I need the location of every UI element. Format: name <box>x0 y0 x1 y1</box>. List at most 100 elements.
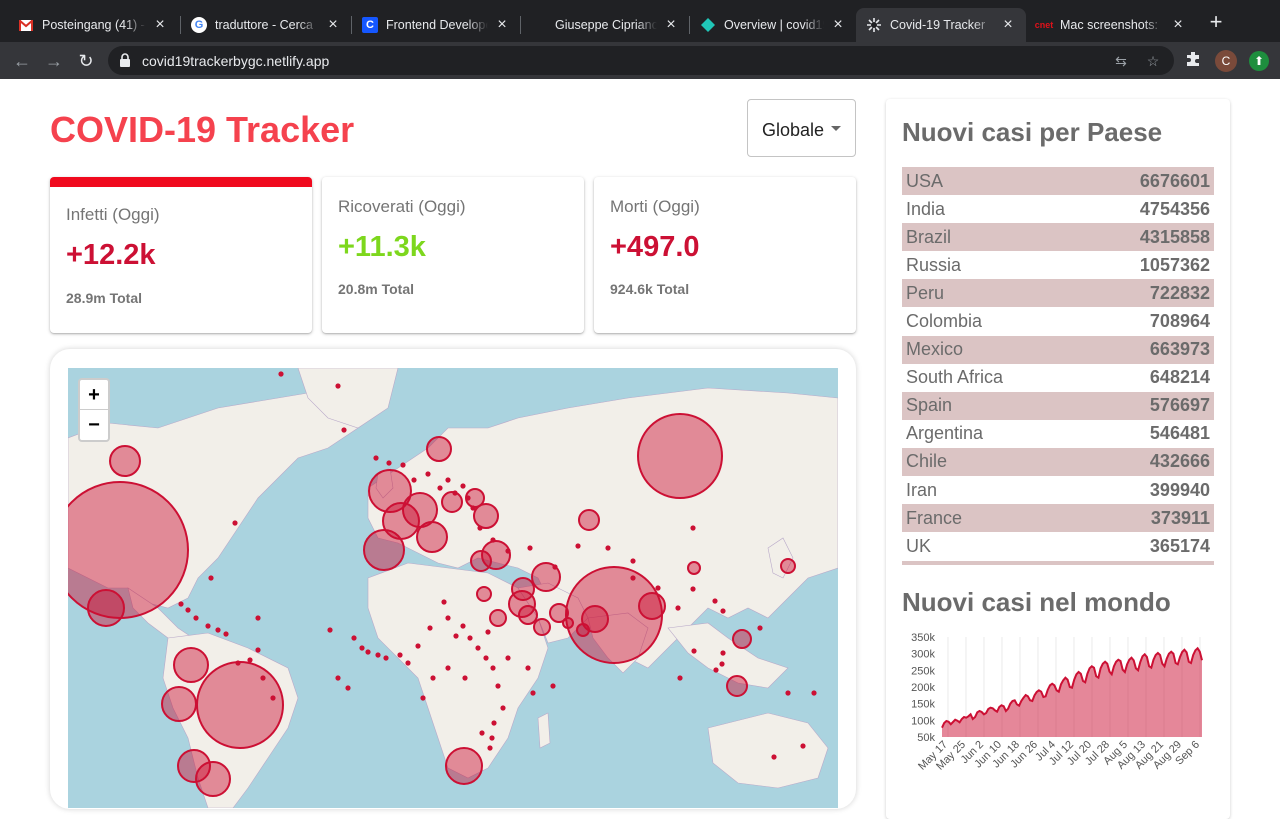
case-dot <box>415 643 421 649</box>
close-icon[interactable]: × <box>1170 16 1186 34</box>
case-dot <box>475 645 481 651</box>
browser-tab-netlify[interactable]: Overview | covid19 × <box>690 8 856 42</box>
address-bar[interactable]: covid19trackerbygc.netlify.app ⇆ ☆ <box>108 46 1174 75</box>
translate-icon[interactable]: ⇆ <box>1112 52 1130 70</box>
case-bubble <box>173 647 209 683</box>
close-icon[interactable]: × <box>1000 16 1016 34</box>
update-arrow-icon[interactable]: ⬆ <box>1249 51 1269 71</box>
gmail-icon <box>18 17 34 33</box>
stat-label: Infetti (Oggi) <box>66 205 160 224</box>
reload-icon[interactable]: ↻ <box>76 51 96 71</box>
country-cases: 663973 <box>1149 339 1210 360</box>
browser-tab-gmail[interactable]: Posteingang (41) - × <box>8 8 178 42</box>
case-dot <box>720 608 726 614</box>
case-dot <box>235 660 241 666</box>
case-dot <box>800 743 806 749</box>
table-row: Mexico 663973 <box>902 335 1214 364</box>
case-dot <box>445 477 451 483</box>
case-dot <box>690 586 696 592</box>
country-cases: 708964 <box>1149 311 1210 332</box>
case-bubble <box>637 413 723 499</box>
world-map-canvas[interactable] <box>68 368 838 808</box>
stat-card-infected[interactable]: Infetti (Oggi) +12.2k 28.9m Total <box>50 177 312 333</box>
y-tick-label: 200k <box>911 682 935 694</box>
y-tick-label: 150k <box>911 699 935 711</box>
case-bubble <box>87 589 125 627</box>
case-bubble <box>533 618 551 636</box>
close-icon[interactable]: × <box>830 16 846 34</box>
case-dot <box>785 690 791 696</box>
case-dot <box>386 460 392 466</box>
case-dot <box>467 635 473 641</box>
forward-arrow-icon[interactable]: → <box>44 51 64 71</box>
close-icon[interactable]: × <box>152 16 168 34</box>
country-name: UK <box>906 535 932 556</box>
case-dot <box>335 675 341 681</box>
browser-tab-google[interactable]: G traduttore - Cerca × <box>181 8 351 42</box>
case-bubble <box>426 436 452 462</box>
case-bubble <box>109 445 141 477</box>
tab-title: Mac screenshots: <box>1060 18 1158 32</box>
case-dot <box>470 505 476 511</box>
case-dot <box>655 585 661 591</box>
browser-tab-strip: Posteingang (41) - × G traduttore - Cerc… <box>0 0 1280 42</box>
table-row: Colombia 708964 <box>902 307 1214 335</box>
zoom-out-button[interactable]: − <box>80 410 108 440</box>
country-select[interactable]: Globale <box>747 99 856 157</box>
close-icon[interactable]: × <box>494 16 510 34</box>
stat-total: 20.8m Total <box>338 281 414 297</box>
case-dot <box>278 371 284 377</box>
country-select-value: Globale <box>762 120 825 140</box>
stat-card-recovered[interactable]: Ricoverati (Oggi) +11.3k 20.8m Total <box>322 177 584 333</box>
stat-label: Ricoverati (Oggi) <box>338 197 466 216</box>
case-dot <box>345 685 351 691</box>
new-tab-button[interactable]: + <box>1206 11 1226 33</box>
zoom-in-button[interactable]: + <box>80 380 108 410</box>
country-name: France <box>906 507 963 528</box>
case-dot <box>483 655 489 661</box>
profile-avatar[interactable]: C <box>1215 50 1237 72</box>
case-dot <box>460 623 466 629</box>
close-icon[interactable]: × <box>663 16 679 34</box>
browser-tab-apple[interactable]: Giuseppe Cipriano × <box>521 8 689 42</box>
country-name: Argentina <box>906 423 984 444</box>
virus-icon <box>866 17 882 33</box>
case-dot <box>527 545 533 551</box>
world-map[interactable]: + − <box>68 368 838 808</box>
browser-tab-covid-tracker[interactable]: Covid-19 Tracker × <box>856 8 1026 42</box>
table-row: Iran 399940 <box>902 476 1214 504</box>
case-bubble <box>576 623 590 637</box>
case-dot <box>605 545 611 551</box>
case-dot <box>465 495 471 501</box>
case-dot <box>430 675 436 681</box>
y-tick-label: 300k <box>911 649 935 661</box>
y-tick-label: 250k <box>911 665 935 677</box>
table-row: Brazil 4315858 <box>902 223 1214 252</box>
case-dot <box>690 525 696 531</box>
app-page: COVID-19 Tracker Globale Infetti (Oggi) … <box>0 79 1280 819</box>
case-bubble <box>470 550 492 572</box>
stat-label: Morti (Oggi) <box>610 197 700 216</box>
stat-card-deaths[interactable]: Morti (Oggi) +497.0 924.6k Total <box>594 177 856 333</box>
case-dot <box>327 627 333 633</box>
stat-total: 924.6k Total <box>610 281 690 297</box>
country-name: Peru <box>906 282 945 303</box>
country-cases: 6676601 <box>1139 170 1210 191</box>
browser-tab-codecademy[interactable]: C Frontend Develope × <box>352 8 520 42</box>
extensions-icon[interactable] <box>1183 51 1203 71</box>
case-bubble <box>445 747 483 785</box>
country-name: Colombia <box>906 311 983 332</box>
close-icon[interactable]: × <box>325 16 341 34</box>
country-name: India <box>906 198 946 219</box>
back-arrow-icon[interactable]: ← <box>12 51 32 71</box>
google-icon: G <box>191 17 207 33</box>
country-cases: 546481 <box>1149 423 1210 444</box>
browser-tab-cnet[interactable]: cnet Mac screenshots: × <box>1026 8 1196 42</box>
case-dot <box>427 625 433 631</box>
table-row: Argentina 546481 <box>902 420 1214 448</box>
country-name: Mexico <box>906 339 964 360</box>
case-dot <box>719 661 725 667</box>
star-icon[interactable]: ☆ <box>1144 52 1162 70</box>
tab-title: Posteingang (41) - <box>42 18 145 32</box>
tab-title: traduttore - Cerca <box>215 18 313 32</box>
